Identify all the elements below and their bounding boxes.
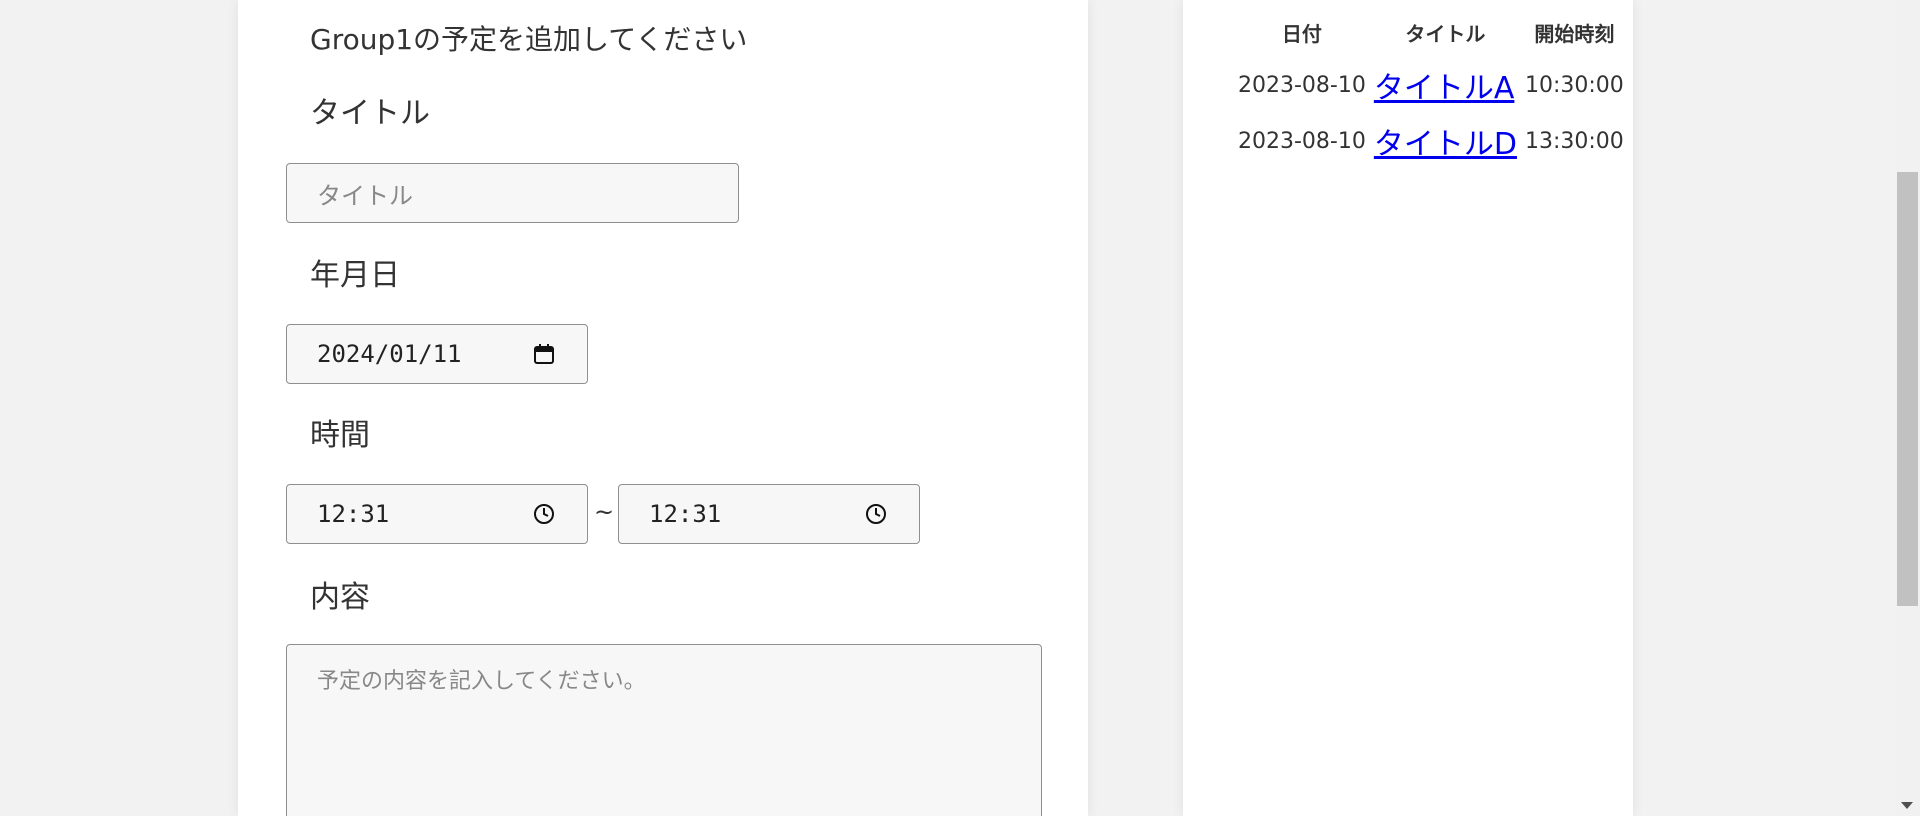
schedule-table: 日付 タイトル 開始時刻 終 2023-08-10 タイトルA 10:30:00… (1234, 14, 1633, 169)
end-time-value: 12:31 (649, 500, 722, 528)
content-label: 内容 (310, 580, 370, 615)
table-row: 2023-08-10 タイトルA 10:30:00 12 (1234, 57, 1633, 113)
clock-icon[interactable] (531, 501, 557, 527)
column-header-date: 日付 (1281, 22, 1322, 46)
form-heading: Group1の予定を追加してください (310, 23, 748, 56)
clock-icon[interactable] (863, 501, 889, 527)
date-input[interactable]: 2024/01/11 (286, 324, 588, 384)
calendar-icon[interactable] (531, 341, 557, 367)
row-date: 2023-08-10 (1238, 128, 1366, 154)
row-end: 15 (1628, 113, 1633, 169)
time-label: 時間 (310, 418, 370, 453)
title-label: タイトル (310, 96, 430, 131)
date-label: 年月日 (310, 258, 400, 293)
page-scrollbar[interactable] (1895, 0, 1920, 816)
time-range-separator: ~ (594, 498, 615, 526)
row-title-link[interactable]: タイトルA (1374, 71, 1515, 106)
schedule-form-card: Group1の予定を追加してください タイトル タイトル 年月日 2024/01… (238, 0, 1088, 816)
column-header-end: 終 (1628, 14, 1633, 57)
column-header-title: タイトル (1405, 22, 1486, 46)
row-title-link[interactable]: タイトルD (1374, 127, 1517, 162)
row-start: 13:30:00 (1524, 128, 1624, 154)
start-time-value: 12:31 (317, 500, 390, 528)
content-textarea[interactable]: 予定の内容を記入してください。 (286, 644, 1042, 816)
page: Group1の予定を追加してください タイトル タイトル 年月日 2024/01… (0, 0, 1920, 816)
table-header-row: 日付 タイトル 開始時刻 終 (1234, 14, 1633, 57)
row-date: 2023-08-10 (1238, 72, 1366, 98)
row-title-cell: タイトルD (1370, 113, 1521, 169)
end-time-input[interactable]: 12:31 (618, 484, 920, 544)
row-start: 10:30:00 (1524, 72, 1624, 98)
title-input[interactable]: タイトル (286, 163, 739, 223)
schedule-list-card: 日付 タイトル 開始時刻 終 2023-08-10 タイトルA 10:30:00… (1183, 0, 1633, 816)
scroll-down-arrow-icon[interactable] (1901, 802, 1913, 809)
table-row: 2023-08-10 タイトルD 13:30:00 15 (1234, 113, 1633, 169)
column-header-start: 開始時刻 (1534, 22, 1615, 46)
start-time-input[interactable]: 12:31 (286, 484, 588, 544)
date-value: 2024/01/11 (317, 340, 462, 368)
row-title-cell: タイトルA (1370, 57, 1521, 113)
scrollbar-thumb[interactable] (1897, 172, 1918, 606)
row-end: 12 (1628, 57, 1633, 113)
